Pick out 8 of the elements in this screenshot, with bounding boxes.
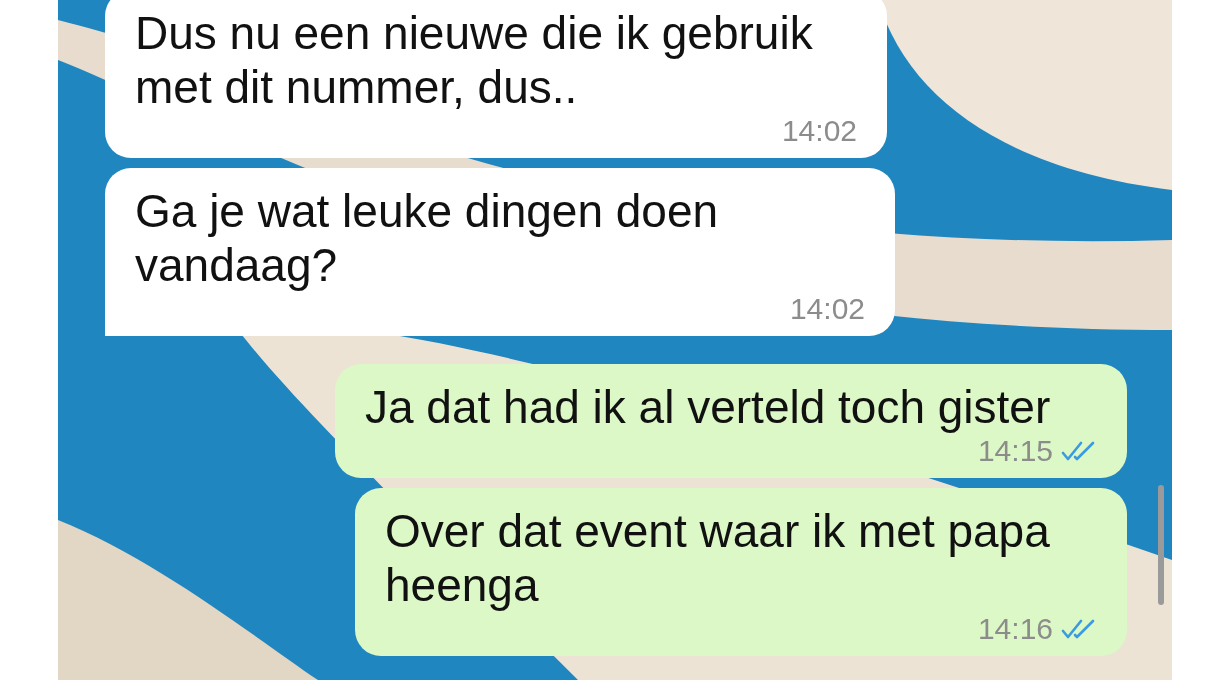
message-text: Over dat event waar ik met papa heenga bbox=[385, 504, 1051, 612]
message-time: 14:02 bbox=[789, 292, 865, 326]
message-time: 14:15 bbox=[977, 434, 1053, 468]
message-text: Dus nu een nieuwe die ik gebruik met dit nummer, dus.. bbox=[135, 6, 814, 114]
message-text: Ga je wat leuke dingen doen vandaag? bbox=[135, 184, 720, 292]
message-time: 14:16 bbox=[977, 612, 1053, 646]
message-text: Ja dat had ik al verteld toch gister bbox=[365, 380, 1052, 434]
message-time: 14:02 bbox=[781, 114, 857, 148]
